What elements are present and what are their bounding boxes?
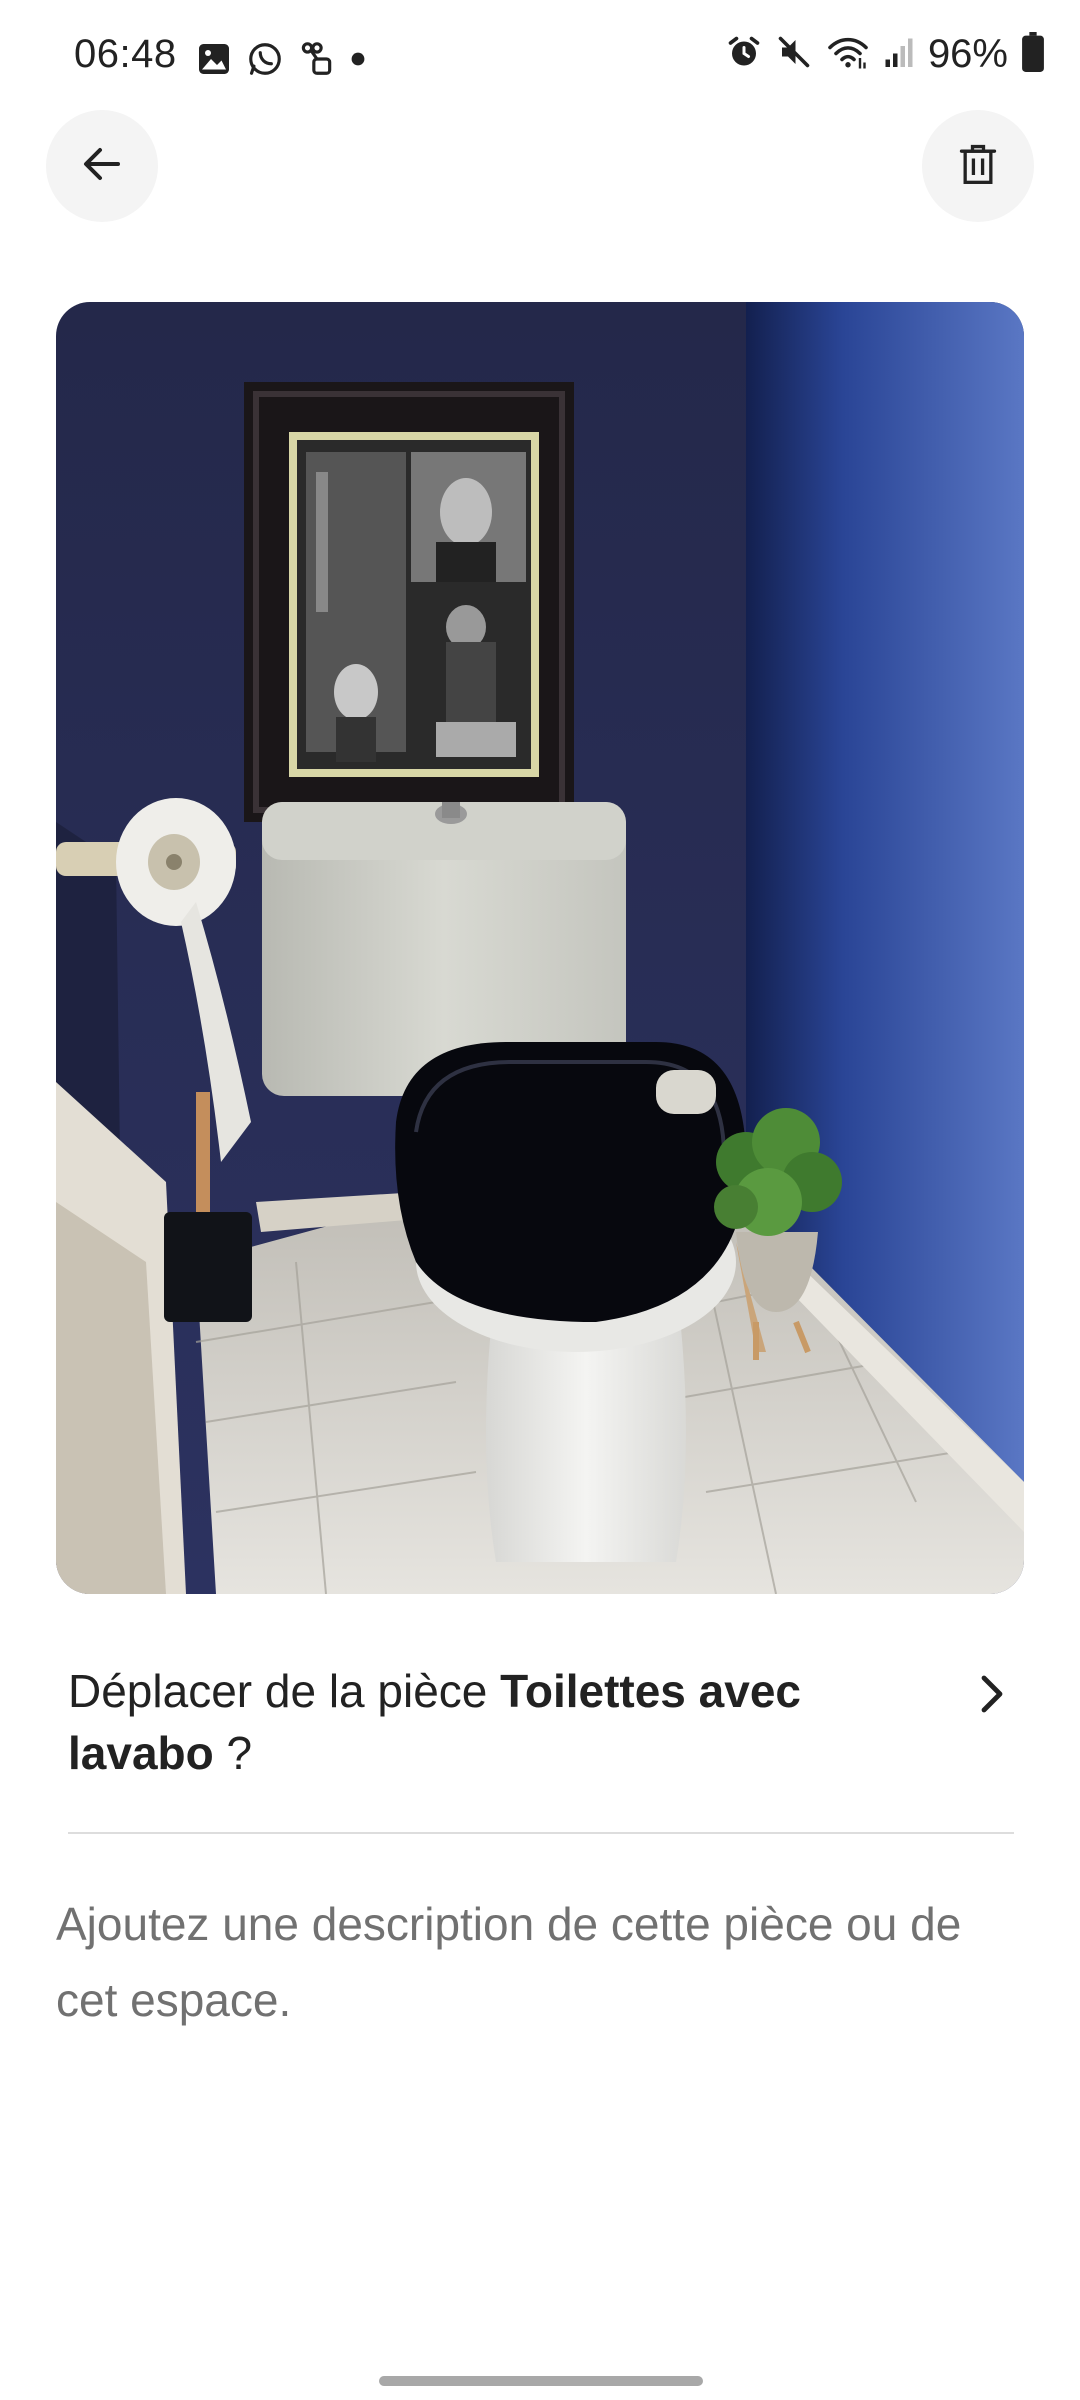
- trash-icon: [956, 142, 1000, 191]
- dot-icon: [350, 51, 366, 72]
- status-system-icons: 96%: [726, 32, 1044, 77]
- arrow-left-icon: [78, 140, 126, 193]
- status-time: 06:48: [74, 32, 177, 76]
- alarm-icon: [726, 34, 762, 75]
- link-app-icon: [298, 40, 336, 83]
- battery-percent: 96%: [927, 32, 1008, 76]
- move-room-suffix: ?: [213, 1727, 253, 1779]
- move-room-prefix: Déplacer de la pièce: [68, 1665, 501, 1717]
- wifi-icon: [826, 34, 870, 75]
- whatsapp-icon: [246, 40, 284, 83]
- delete-photo-button[interactable]: [922, 110, 1034, 222]
- move-room-row[interactable]: Déplacer de la pièce Toilettes avec lava…: [68, 1660, 1012, 1830]
- toilet-room-photo: [56, 302, 1024, 1594]
- battery-icon: [1022, 32, 1044, 77]
- mute-icon: [776, 34, 812, 75]
- divider: [68, 1832, 1014, 1834]
- status-bar: 06:48 96%: [0, 0, 1080, 120]
- move-room-text: Déplacer de la pièce Toilettes avec lava…: [68, 1660, 928, 1784]
- gallery-icon: [196, 41, 232, 82]
- chevron-right-icon: [972, 1670, 1012, 1723]
- room-photo[interactable]: [56, 302, 1024, 1594]
- home-indicator[interactable]: [379, 2376, 703, 2386]
- back-button[interactable]: [46, 110, 158, 222]
- description-input[interactable]: Ajoutez une description de cette pièce o…: [56, 1886, 1016, 2038]
- signal-icon: [884, 34, 914, 75]
- status-notification-icons: [196, 40, 366, 83]
